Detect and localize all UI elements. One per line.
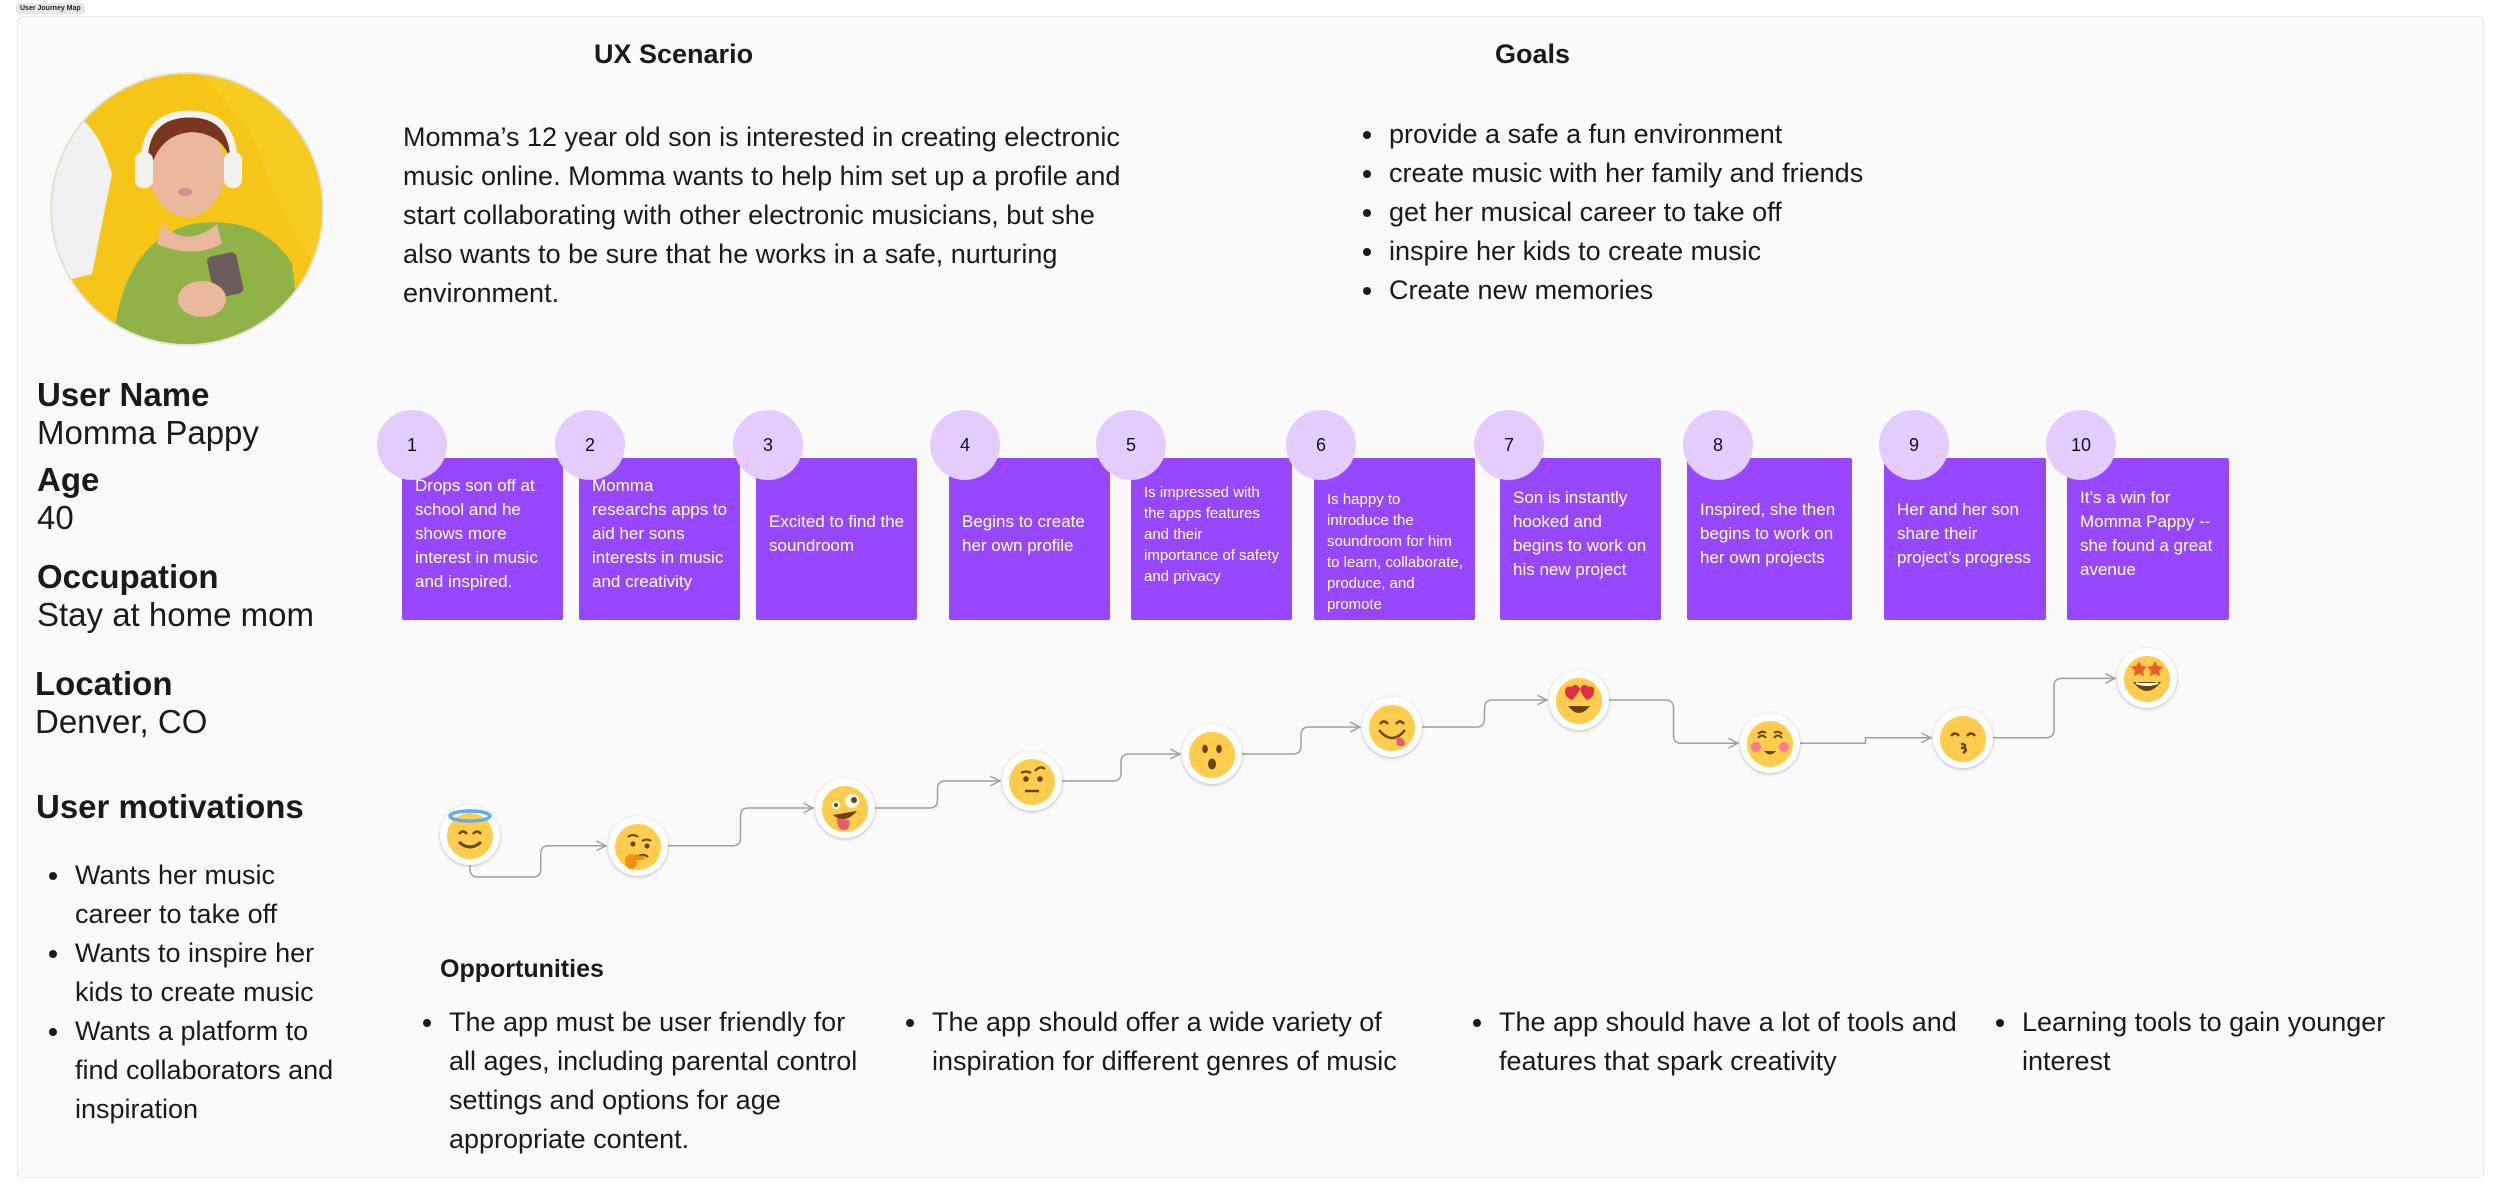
age-value: 40 <box>37 499 74 536</box>
step-text: Momma researchs apps to aid her sons int… <box>592 476 728 591</box>
opportunity-item: The app should have a lot of tools and f… <box>1460 1003 1960 1081</box>
occupation-value: Stay at home mom <box>37 596 314 633</box>
step-card-5[interactable]: Is impressed with the apps features and … <box>1131 458 1292 620</box>
location-value: Denver, CO <box>35 703 208 740</box>
step-text: Excited to find the soundroom <box>769 512 905 555</box>
kissing-face-smiling-eyes-emoji-icon[interactable] <box>1933 707 1993 768</box>
opportunity-item: The app must be user friendly for all ag… <box>410 1003 870 1159</box>
step-number-1: 1 <box>377 410 447 480</box>
heart-eyes-face-emoji-icon[interactable] <box>1549 670 1609 730</box>
step-text: Begins to create her own profile <box>962 512 1085 555</box>
motivations-title: User motivations <box>36 788 304 825</box>
step-text: Drops son off at school and he shows mor… <box>415 476 538 591</box>
frame-label[interactable]: User Journey Map <box>16 3 85 14</box>
step-number-9: 9 <box>1879 410 1949 480</box>
step-card-10[interactable]: It’s a win for Momma Pappy -- she found … <box>2067 458 2229 620</box>
location-label: Location <box>35 665 173 702</box>
face-savoring-food-emoji-icon[interactable] <box>1362 697 1422 757</box>
goal-item: Create new memories <box>1350 271 1910 310</box>
motivation-item: Wants her music career to take off <box>36 856 336 934</box>
step-text: Son is instantly hooked and begins to wo… <box>1513 488 1647 579</box>
motivation-item: Wants a platform to find collaborators a… <box>36 1012 336 1129</box>
motivations-list: Wants her music career to take off Wants… <box>36 856 336 1129</box>
step-number-3: 3 <box>733 410 803 480</box>
step-number-5: 5 <box>1096 410 1166 480</box>
user-name-value: Momma Pappy <box>37 414 259 451</box>
persona-photo <box>50 72 324 346</box>
opportunity-list-1: The app must be user friendly for all ag… <box>410 1003 870 1159</box>
step-number-6: 6 <box>1286 410 1356 480</box>
step-number-4: 4 <box>930 410 1000 480</box>
step-text: It’s a win for Momma Pappy -- she found … <box>2080 488 2213 579</box>
goal-item: provide a safe a fun environment <box>1350 115 1910 154</box>
step-card-3[interactable]: Excited to find the soundroom <box>756 458 917 620</box>
step-card-2[interactable]: Momma researchs apps to aid her sons int… <box>579 458 740 620</box>
step-card-6[interactable]: Is happy to introduce the soundroom for … <box>1314 458 1475 620</box>
user-name-label: User Name <box>37 376 210 413</box>
step-card-7[interactable]: Son is instantly hooked and begins to wo… <box>1500 458 1661 620</box>
step-number-2: 2 <box>555 410 625 480</box>
step-text: Her and her son share their project’s pr… <box>1897 500 2031 567</box>
goals-title: Goals <box>1495 39 1571 69</box>
opportunity-item: The app should offer a wide variety of i… <box>893 1003 1433 1081</box>
age-label: Age <box>37 461 100 498</box>
goals-list: provide a safe a fun environment create … <box>1350 115 1910 310</box>
step-card-4[interactable]: Begins to create her own profile <box>949 458 1110 620</box>
step-card-1[interactable]: Drops son off at school and he shows mor… <box>402 458 563 620</box>
hushed-face-emoji-icon[interactable] <box>1182 724 1242 784</box>
step-text: Is happy to introduce the soundroom for … <box>1327 491 1463 613</box>
goal-item: inspire her kids to create music <box>1350 232 1910 271</box>
opportunity-list-2: The app should offer a wide variety of i… <box>893 1003 1433 1081</box>
goal-item: get her musical career to take off <box>1350 193 1910 232</box>
step-number-7: 7 <box>1474 410 1544 480</box>
opportunities-title: Opportunities <box>440 955 604 983</box>
smiling-face-blushing-emoji-icon[interactable] <box>1740 713 1800 774</box>
occupation-label: Occupation <box>37 558 219 595</box>
smiling-face-with-halo-emoji-icon[interactable] <box>440 805 500 865</box>
scenario-title: UX Scenario <box>594 39 754 69</box>
step-number-8: 8 <box>1683 410 1753 480</box>
persona-photo-illustration <box>52 74 322 344</box>
opportunity-list-4: Learning tools to gain younger interest <box>1983 1003 2403 1081</box>
step-text: Is impressed with the apps features and … <box>1144 483 1280 585</box>
step-number-10: 10 <box>2046 410 2116 480</box>
star-struck-face-emoji-icon[interactable] <box>2117 648 2177 709</box>
face-with-raised-eyebrow-emoji-icon[interactable] <box>1002 751 1062 811</box>
opportunity-item: Learning tools to gain younger interest <box>1983 1003 2403 1081</box>
step-card-8[interactable]: Inspired, she then begins to work on her… <box>1687 458 1852 620</box>
opportunity-list-3: The app should have a lot of tools and f… <box>1460 1003 1960 1081</box>
step-card-9[interactable]: Her and her son share their project’s pr… <box>1884 458 2046 620</box>
motivation-item: Wants to inspire her kids to create musi… <box>36 934 336 1012</box>
thinking-face-emoji-icon[interactable] <box>608 815 668 876</box>
scenario-text: Momma’s 12 year old son is interested in… <box>403 122 1121 308</box>
goal-item: create music with her family and friends <box>1350 154 1910 193</box>
step-text: Inspired, she then begins to work on her… <box>1700 500 1836 567</box>
zany-face-emoji-icon[interactable] <box>815 778 875 838</box>
